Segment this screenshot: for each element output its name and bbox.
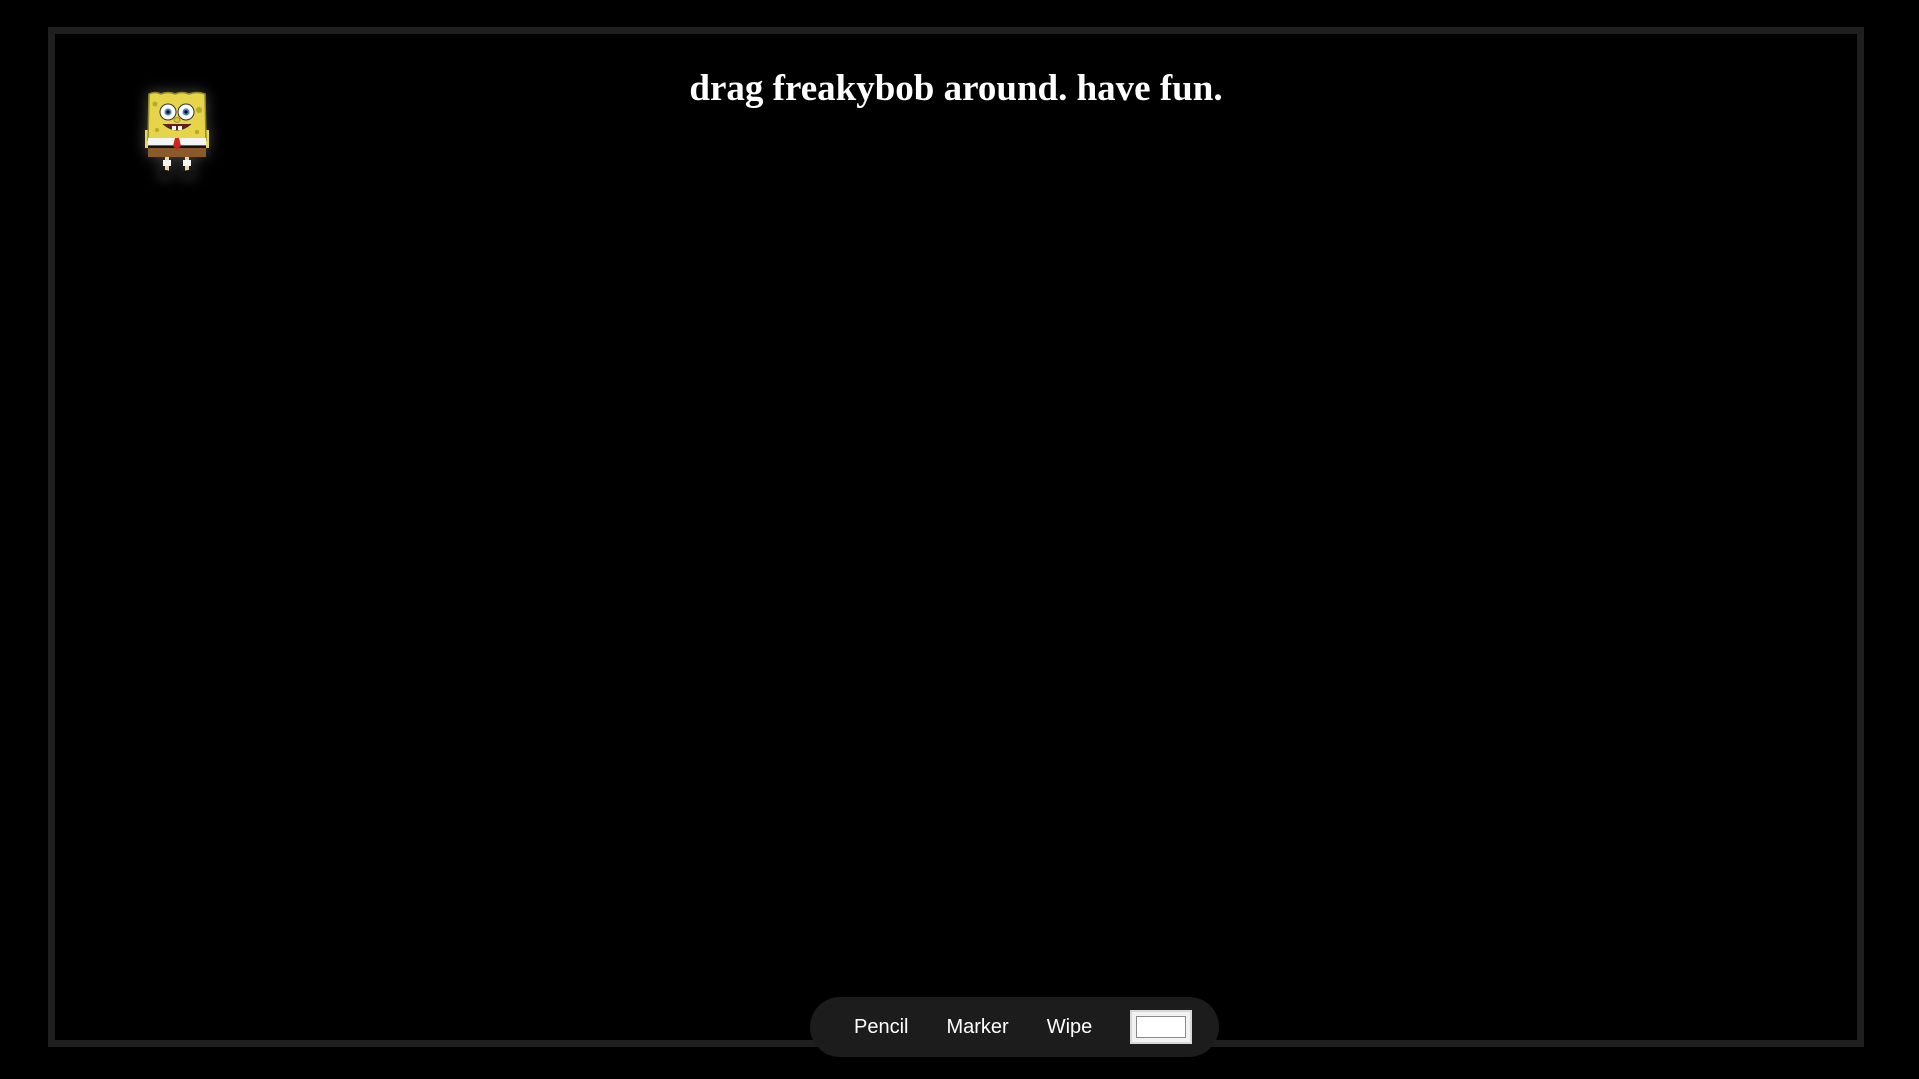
spongebob-character-icon[interactable] xyxy=(141,90,213,182)
color-picker-swatch xyxy=(1136,1016,1187,1038)
pencil-tool-button[interactable]: Pencil xyxy=(854,997,908,1057)
page-title: drag freakybob around. have fun. xyxy=(689,68,1223,109)
drawing-canvas[interactable]: drag freakybob around. have fun. Pencil … xyxy=(48,27,1864,1057)
marker-tool-button[interactable]: Marker xyxy=(946,997,1008,1057)
color-picker[interactable] xyxy=(1130,1010,1193,1044)
drawing-toolbar: Pencil Marker Wipe xyxy=(810,997,1219,1057)
wipe-tool-button[interactable]: Wipe xyxy=(1047,997,1093,1057)
